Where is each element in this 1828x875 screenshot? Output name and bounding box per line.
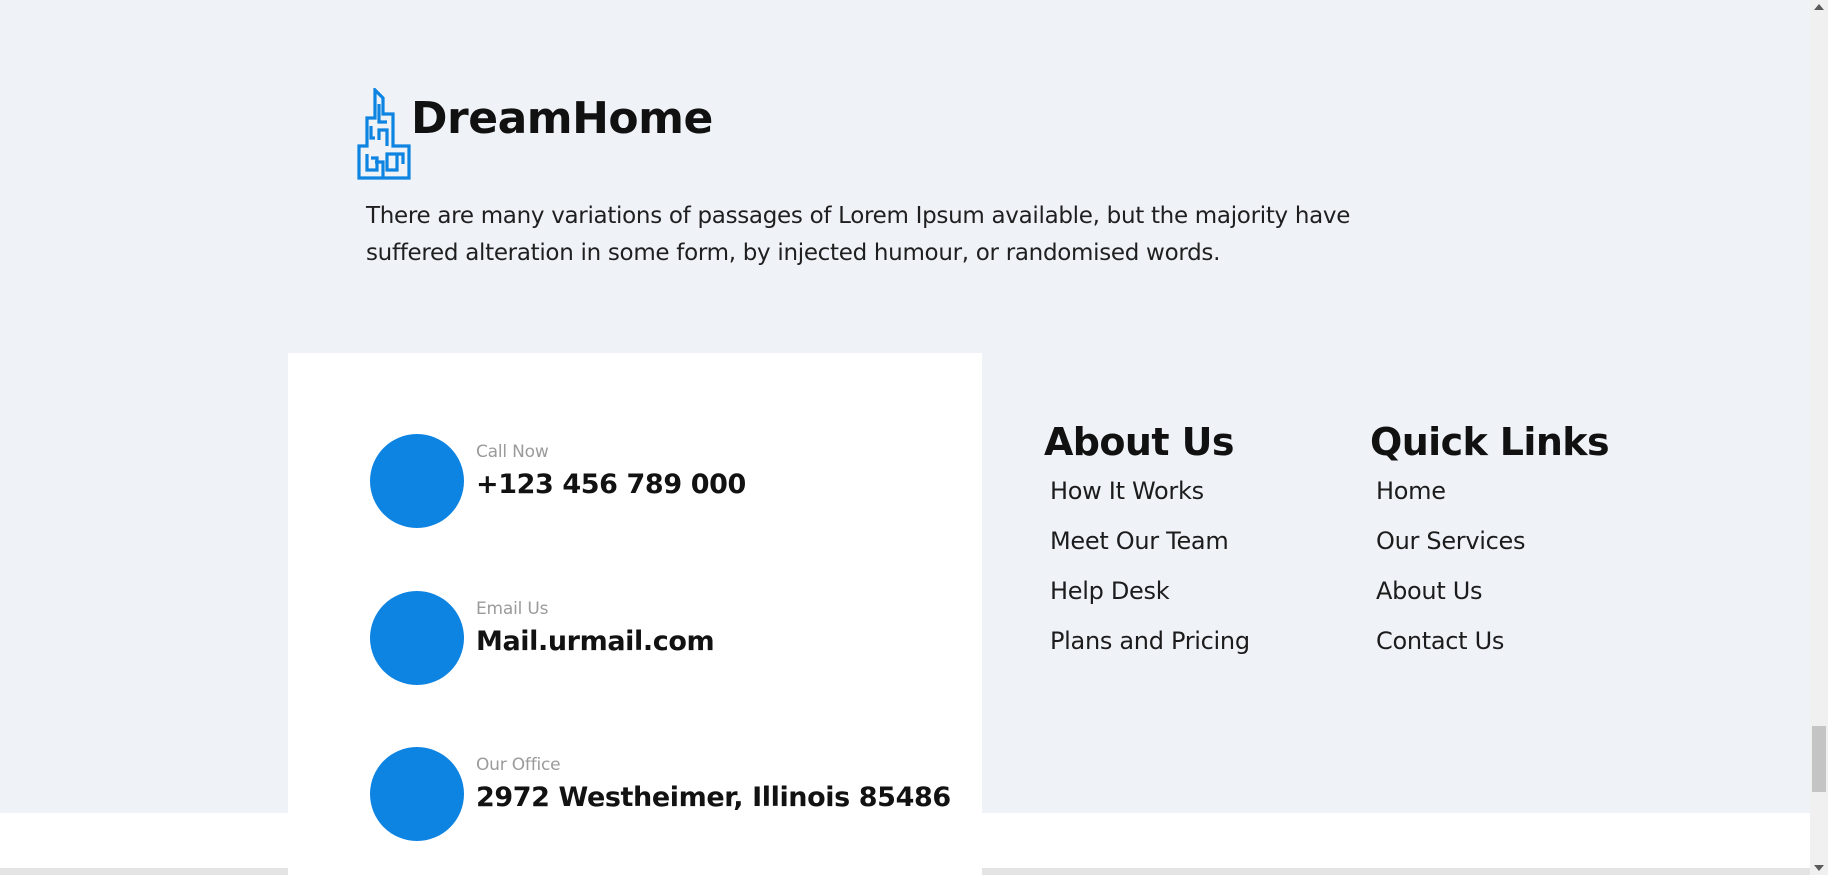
contact-item-office[interactable]: Our Office 2972 Westheimer, Illinois 854…	[370, 747, 951, 841]
link-our-services[interactable]: Our Services	[1376, 516, 1609, 566]
link-how-it-works[interactable]: How It Works	[1050, 466, 1250, 516]
contact-label: Call Now	[476, 442, 549, 462]
about-us-heading: About Us	[1044, 420, 1234, 464]
about-us-column: About Us How It Works Meet Our Team Help…	[1044, 418, 1250, 666]
phone-icon	[370, 434, 464, 528]
brand-description: There are many variations of passages of…	[366, 203, 1351, 266]
contact-item-phone[interactable]: Call Now +123 456 789 000	[370, 434, 746, 528]
about-us-links: How It Works Meet Our Team Help Desk Pla…	[1044, 466, 1250, 666]
email-icon	[370, 591, 464, 685]
contact-item-email[interactable]: Email Us Mail.urmail.com	[370, 591, 715, 685]
brand-name: DreamHome	[411, 93, 713, 144]
contact-text: Our Office 2972 Westheimer, Illinois 854…	[476, 754, 951, 816]
link-plans-and-pricing[interactable]: Plans and Pricing	[1050, 616, 1250, 666]
phone-number[interactable]: +123 456 789 000	[476, 467, 746, 503]
link-home[interactable]: Home	[1376, 466, 1609, 516]
quick-links-list: Home Our Services About Us Contact Us	[1370, 466, 1609, 666]
brand-logo-link[interactable]: DreamHome	[357, 88, 713, 180]
building-icon	[357, 88, 411, 180]
scroll-down-arrow-icon[interactable]	[1814, 865, 1824, 871]
contact-text: Call Now +123 456 789 000	[476, 441, 746, 503]
office-address: 2972 Westheimer, Illinois 85486	[476, 782, 951, 813]
link-contact-us[interactable]: Contact Us	[1376, 616, 1609, 666]
scrollbar-thumb[interactable]	[1812, 726, 1826, 792]
vertical-scrollbar[interactable]	[1810, 0, 1828, 875]
contact-label: Email Us	[476, 599, 549, 619]
email-address[interactable]: Mail.urmail.com	[476, 624, 715, 660]
contact-label: Our Office	[476, 755, 561, 775]
link-meet-our-team[interactable]: Meet Our Team	[1050, 516, 1250, 566]
quick-links-column: Quick Links Home Our Services About Us C…	[1370, 418, 1610, 666]
scroll-up-arrow-icon[interactable]	[1814, 4, 1824, 10]
contact-text: Email Us Mail.urmail.com	[476, 598, 715, 660]
link-help-desk[interactable]: Help Desk	[1050, 566, 1250, 616]
location-icon	[370, 747, 464, 841]
quick-links-heading: Quick Links	[1370, 420, 1610, 464]
link-about-us[interactable]: About Us	[1376, 566, 1609, 616]
contact-card: Call Now +123 456 789 000 Email Us Mail.…	[288, 353, 982, 875]
